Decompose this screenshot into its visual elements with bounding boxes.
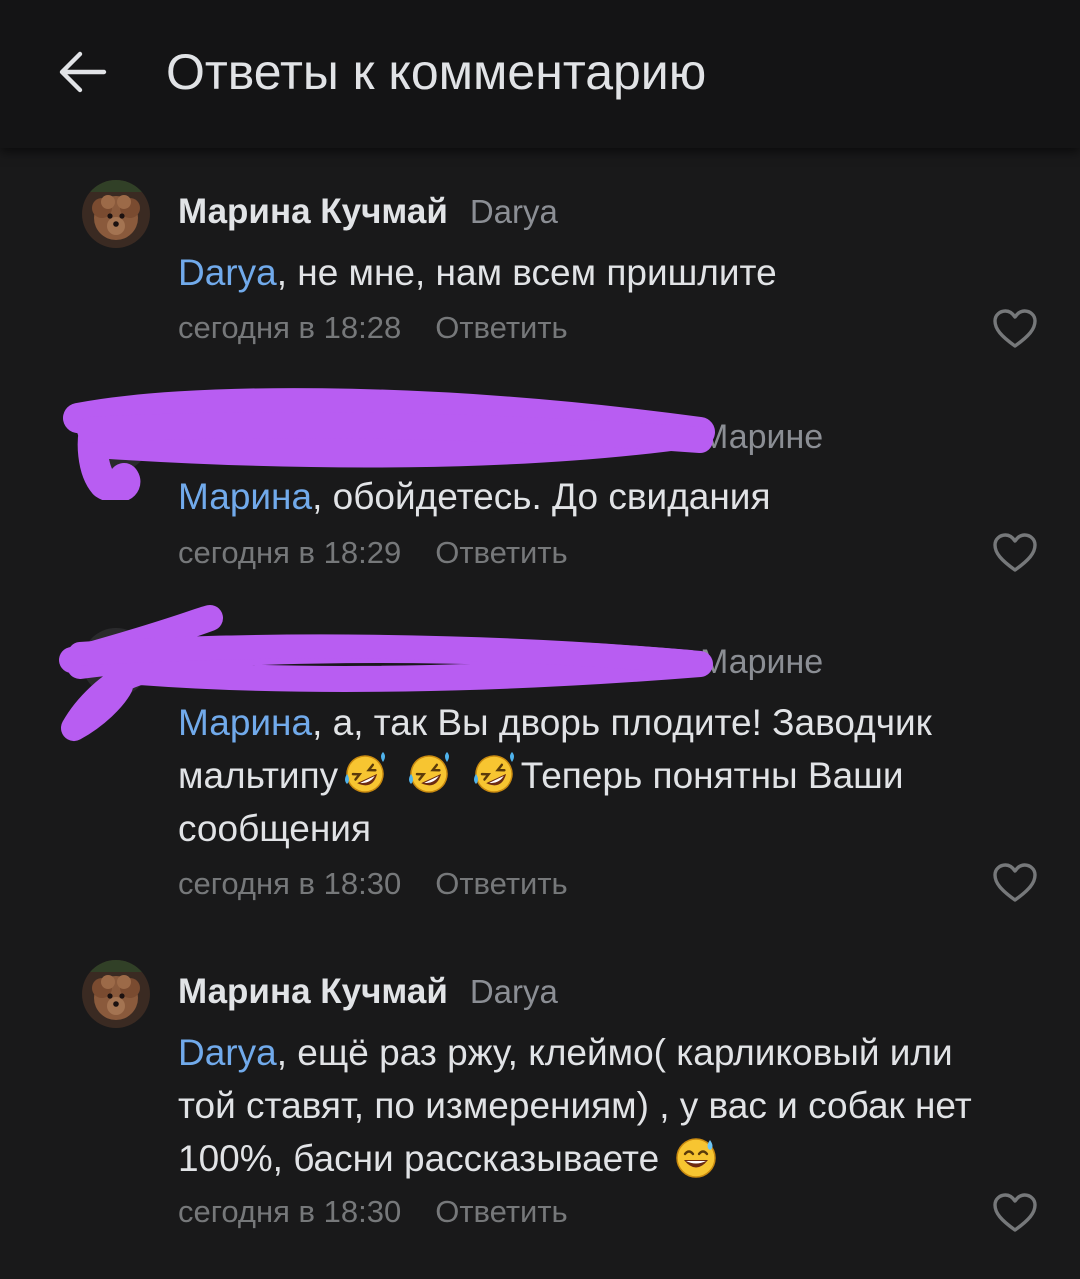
mention-link[interactable]: Марина (178, 476, 312, 517)
reply-to-name[interactable]: Darya (470, 193, 558, 230)
comment-text: Darya, не мне, нам всем пришлите (178, 246, 1038, 299)
mention-link[interactable]: Darya (178, 1032, 277, 1073)
comment-body: , обойдетесь. До свидания (312, 476, 771, 517)
comment-text: Darya, ещё раз ржу, клеймо( карликовый и… (178, 1026, 978, 1185)
avatar[interactable] (82, 960, 150, 1028)
comment-body: , не мне, нам всем пришлите (276, 252, 777, 293)
grinning-sweat-emoji (673, 1135, 719, 1179)
reply-to-name[interactable]: Марине (700, 418, 823, 456)
page-title: Ответы к комментарию (166, 44, 707, 100)
comment-meta: сегодня в 18:28 Ответить (178, 306, 568, 350)
comment-meta: сегодня в 18:30 Ответить (178, 1190, 568, 1234)
reply-button[interactable]: Ответить (435, 310, 568, 345)
reply-button[interactable]: Ответить (435, 866, 568, 901)
avatar[interactable] (82, 404, 150, 472)
heart-outline-icon[interactable] (992, 308, 1038, 350)
comment-text: Марина, обойдетесь. До свидания (178, 470, 1038, 523)
mention-link[interactable]: Марина (178, 702, 312, 743)
top-bar: Ответы к комментарию (0, 0, 1080, 148)
reply-button[interactable]: Ответить (435, 535, 568, 570)
avatar[interactable] (82, 628, 150, 696)
avatar[interactable] (82, 180, 150, 248)
comment-time: сегодня в 18:28 (178, 310, 402, 345)
heart-outline-icon[interactable] (992, 862, 1038, 904)
comment-header: Марина Кучмай Darya (178, 190, 558, 234)
comment-time: сегодня в 18:30 (178, 1194, 402, 1229)
comment-text: Марина, а, так Вы дворь плодите! Заводчи… (178, 696, 1048, 855)
rofl-emoji (342, 752, 388, 796)
rofl-emoji (471, 752, 517, 796)
reply-to-name[interactable]: Марине (700, 643, 823, 681)
comment-header: Марина Кучмай Darya (178, 970, 558, 1014)
comment-time: сегодня в 18:30 (178, 866, 402, 901)
comment-meta: сегодня в 18:30 Ответить (178, 862, 568, 906)
rofl-emoji (406, 752, 452, 796)
comment-header: Марине (178, 415, 823, 459)
comment-meta: сегодня в 18:29 Ответить (178, 531, 568, 575)
back-button[interactable] (50, 42, 114, 102)
heart-outline-icon[interactable] (992, 1192, 1038, 1234)
author-name[interactable]: Марина Кучмай (178, 192, 448, 231)
comment-time: сегодня в 18:29 (178, 535, 402, 570)
heart-outline-icon[interactable] (992, 532, 1038, 574)
arrow-left-icon (59, 51, 107, 93)
comment-body: , ещё раз ржу, клеймо( карликовый или то… (178, 1032, 972, 1179)
author-name[interactable]: Марина Кучмай (178, 972, 448, 1011)
reply-to-name[interactable]: Darya (470, 973, 558, 1010)
comment-header: Марине (178, 640, 823, 684)
mention-link[interactable]: Darya (178, 252, 277, 293)
reply-button[interactable]: Ответить (435, 1194, 568, 1229)
